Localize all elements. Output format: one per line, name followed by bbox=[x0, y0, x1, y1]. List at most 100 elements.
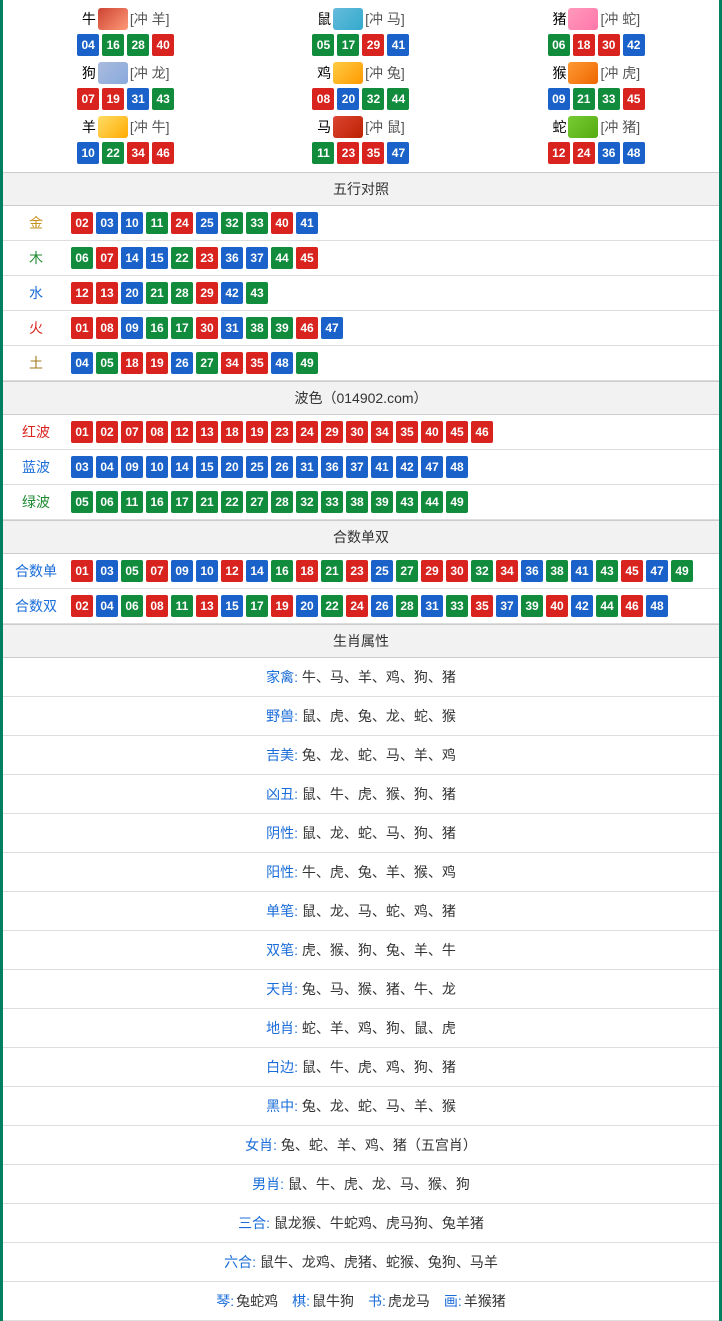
attr-value: 鼠、牛、虎、鸡、狗、猪 bbox=[302, 1059, 456, 1075]
attr-label: 男肖: bbox=[252, 1176, 288, 1192]
number-ball: 09 bbox=[548, 88, 570, 110]
number-ball: 23 bbox=[196, 247, 218, 269]
number-ball: 41 bbox=[571, 560, 593, 582]
number-ball: 12 bbox=[171, 421, 193, 443]
ball-list: 04051819262734354849 bbox=[71, 352, 318, 374]
number-ball: 48 bbox=[646, 595, 668, 617]
zodiac-cell: 鸡[冲 兔]08203244 bbox=[258, 62, 463, 110]
number-ball: 44 bbox=[387, 88, 409, 110]
number-ball: 11 bbox=[146, 212, 168, 234]
kv-row: 木06071415222336374445 bbox=[3, 241, 719, 276]
zodiac-icon bbox=[568, 62, 598, 84]
number-ball: 47 bbox=[387, 142, 409, 164]
number-ball: 01 bbox=[71, 421, 93, 443]
number-ball: 06 bbox=[96, 491, 118, 513]
attr-label: 书: bbox=[368, 1293, 386, 1309]
attr-value: 鼠、牛、虎、龙、马、猴、狗 bbox=[288, 1176, 470, 1192]
attr-value: 兔、马、猴、猪、牛、龙 bbox=[302, 981, 456, 997]
number-ball: 07 bbox=[96, 247, 118, 269]
number-ball: 06 bbox=[548, 34, 570, 56]
number-ball: 43 bbox=[246, 282, 268, 304]
number-ball: 40 bbox=[152, 34, 174, 56]
number-ball: 15 bbox=[196, 456, 218, 478]
number-ball: 45 bbox=[621, 560, 643, 582]
zodiac-title: 羊[冲 牛] bbox=[82, 116, 170, 138]
zodiac-grid: 牛[冲 羊]04162840鼠[冲 马]05172941猪[冲 蛇]061830… bbox=[3, 0, 719, 172]
kv-label: 合数双 bbox=[11, 596, 61, 616]
number-ball: 33 bbox=[246, 212, 268, 234]
section-heshu-title: 合数单双 bbox=[3, 520, 719, 554]
attr-label: 女肖: bbox=[245, 1137, 281, 1153]
ball-list: 0204060811131517192022242628313335373940… bbox=[71, 595, 668, 617]
attr-label: 琴: bbox=[216, 1293, 234, 1309]
attr-multi-item: 琴:兔蛇鸡 bbox=[216, 1291, 278, 1311]
number-ball: 35 bbox=[246, 352, 268, 374]
number-ball: 48 bbox=[446, 456, 468, 478]
ball-list: 02031011242532334041 bbox=[71, 212, 318, 234]
number-ball: 10 bbox=[146, 456, 168, 478]
number-ball: 41 bbox=[296, 212, 318, 234]
number-ball: 43 bbox=[396, 491, 418, 513]
ball-list: 1213202128294243 bbox=[71, 282, 268, 304]
zodiac-chong: [冲 虎] bbox=[600, 63, 640, 83]
attr-label: 凶丑: bbox=[266, 786, 302, 802]
attr-value: 兔、蛇、羊、鸡、猪（五宫肖） bbox=[281, 1137, 477, 1153]
zodiac-title: 马[冲 鼠] bbox=[317, 116, 405, 138]
zodiac-cell: 马[冲 鼠]11233547 bbox=[258, 116, 463, 164]
attr-value: 鼠龙猴、牛蛇鸡、虎马狗、兔羊猪 bbox=[274, 1215, 484, 1231]
number-ball: 38 bbox=[246, 317, 268, 339]
number-ball: 35 bbox=[362, 142, 384, 164]
number-ball: 14 bbox=[121, 247, 143, 269]
number-ball: 49 bbox=[296, 352, 318, 374]
number-ball: 30 bbox=[346, 421, 368, 443]
number-ball: 03 bbox=[96, 212, 118, 234]
number-ball: 46 bbox=[471, 421, 493, 443]
number-ball: 01 bbox=[71, 560, 93, 582]
kv-row: 红波0102070812131819232429303435404546 bbox=[3, 415, 719, 450]
number-ball: 25 bbox=[371, 560, 393, 582]
zodiac-icon bbox=[98, 8, 128, 30]
attr-multi-item: 棋:鼠牛狗 bbox=[292, 1291, 354, 1311]
number-ball: 29 bbox=[196, 282, 218, 304]
zodiac-chong: [冲 牛] bbox=[130, 117, 170, 137]
zodiac-name: 猪 bbox=[552, 9, 566, 29]
number-ball: 39 bbox=[521, 595, 543, 617]
number-ball: 20 bbox=[337, 88, 359, 110]
attr-label: 双笔: bbox=[266, 942, 302, 958]
number-ball: 46 bbox=[621, 595, 643, 617]
number-ball: 09 bbox=[121, 317, 143, 339]
attr-value: 鼠牛、龙鸡、虎猪、蛇猴、兔狗、马羊 bbox=[260, 1254, 498, 1270]
number-ball: 06 bbox=[71, 247, 93, 269]
attr-row: 女肖: 兔、蛇、羊、鸡、猪（五宫肖） bbox=[3, 1126, 719, 1165]
number-ball: 07 bbox=[146, 560, 168, 582]
attr-value: 牛、马、羊、鸡、狗、猪 bbox=[302, 669, 456, 685]
zodiac-icon bbox=[568, 116, 598, 138]
number-ball: 44 bbox=[421, 491, 443, 513]
attr-value: 兔、龙、蛇、马、羊、鸡 bbox=[302, 747, 456, 763]
number-ball: 41 bbox=[387, 34, 409, 56]
number-ball: 10 bbox=[121, 212, 143, 234]
number-ball: 46 bbox=[296, 317, 318, 339]
attr-value: 牛、虎、兔、羊、猴、鸡 bbox=[302, 864, 456, 880]
number-ball: 03 bbox=[96, 560, 118, 582]
attr-row: 男肖: 鼠、牛、虎、龙、马、猴、狗 bbox=[3, 1165, 719, 1204]
number-ball: 29 bbox=[321, 421, 343, 443]
attr-value: 羊猴猪 bbox=[464, 1293, 506, 1309]
kv-label: 水 bbox=[11, 283, 61, 303]
number-ball: 23 bbox=[337, 142, 359, 164]
zodiac-title: 蛇[冲 猪] bbox=[552, 116, 640, 138]
number-ball: 48 bbox=[271, 352, 293, 374]
number-ball: 08 bbox=[146, 421, 168, 443]
number-ball: 20 bbox=[296, 595, 318, 617]
number-ball: 20 bbox=[121, 282, 143, 304]
number-ball: 36 bbox=[598, 142, 620, 164]
number-ball: 35 bbox=[396, 421, 418, 443]
number-ball: 05 bbox=[121, 560, 143, 582]
attr-label: 棋: bbox=[292, 1293, 310, 1309]
number-ball: 07 bbox=[121, 421, 143, 443]
number-ball: 28 bbox=[171, 282, 193, 304]
attr-label: 阴性: bbox=[266, 825, 302, 841]
number-ball: 32 bbox=[296, 491, 318, 513]
zodiac-cell: 狗[冲 龙]07193143 bbox=[23, 62, 228, 110]
number-ball: 21 bbox=[146, 282, 168, 304]
